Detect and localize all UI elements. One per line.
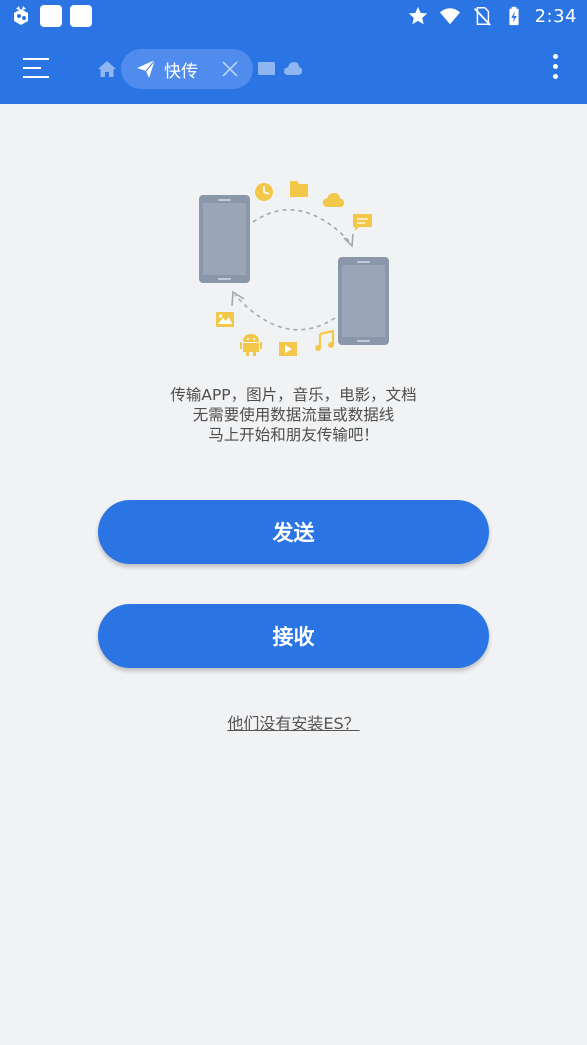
transfer-illustration — [199, 181, 389, 356]
image-icon — [216, 312, 234, 327]
music-note-head-icon — [328, 342, 334, 348]
app-bar: 2:34 快传 — [0, 0, 587, 104]
music-note-head-icon — [315, 345, 321, 351]
status-indicators: 2:34 — [407, 5, 577, 27]
more-options-button[interactable] — [548, 54, 562, 84]
app-notification-icon — [14, 6, 28, 25]
more-dot-icon — [552, 74, 558, 79]
toolbar: 快传 — [0, 34, 587, 104]
menu-icon-line — [23, 76, 49, 78]
description-line: 无需要使用数据流量或数据线 — [192, 406, 395, 424]
status-notifications — [10, 5, 92, 27]
tab-quick-transfer[interactable]: 快传 — [121, 49, 253, 89]
send-icon — [137, 59, 156, 78]
tab-label: 快传 — [164, 61, 198, 82]
cloud-icon — [323, 193, 344, 207]
status-bar: 2:34 — [0, 0, 587, 34]
no-es-installed-link[interactable]: 他们没有安装ES？ — [0, 710, 587, 734]
description-line: 马上开始和朋友传输吧！ — [208, 426, 379, 444]
battery-charging-icon — [508, 6, 519, 26]
window-icon[interactable] — [258, 62, 275, 75]
more-dot-icon — [552, 54, 558, 59]
square-notification-icon — [70, 5, 92, 27]
transfer-description: 传输APP，图片，音乐，电影，文档 无需要使用数据流量或数据线 马上开始和朋友传… — [0, 385, 587, 445]
folder-icon — [290, 181, 308, 197]
cloud-icon[interactable] — [284, 61, 302, 75]
arrow-top-icon — [252, 209, 351, 243]
phone-left-icon — [199, 195, 250, 283]
android-icon — [240, 334, 262, 356]
message-icon — [353, 214, 372, 231]
arrow-bottom-head-icon — [231, 290, 245, 307]
phone-right-icon — [338, 257, 389, 345]
square-notification-icon — [40, 5, 62, 27]
video-icon — [279, 342, 297, 356]
star-icon — [408, 6, 427, 25]
wifi-icon — [439, 8, 460, 25]
status-time: 2:34 — [534, 5, 577, 27]
send-button[interactable]: 发送 — [98, 500, 489, 564]
arrow-bottom-icon — [234, 294, 336, 331]
description-line: 传输APP，图片，音乐，电影，文档 — [170, 386, 417, 404]
no-sim-icon — [473, 7, 491, 26]
menu-button[interactable] — [20, 54, 52, 84]
home-icon[interactable] — [98, 61, 116, 77]
menu-icon-line — [23, 58, 49, 60]
more-dot-icon — [552, 64, 558, 69]
clock-icon — [255, 183, 273, 201]
close-icon[interactable] — [221, 60, 239, 78]
receive-button[interactable]: 接收 — [98, 604, 489, 668]
menu-icon-line — [23, 67, 41, 69]
